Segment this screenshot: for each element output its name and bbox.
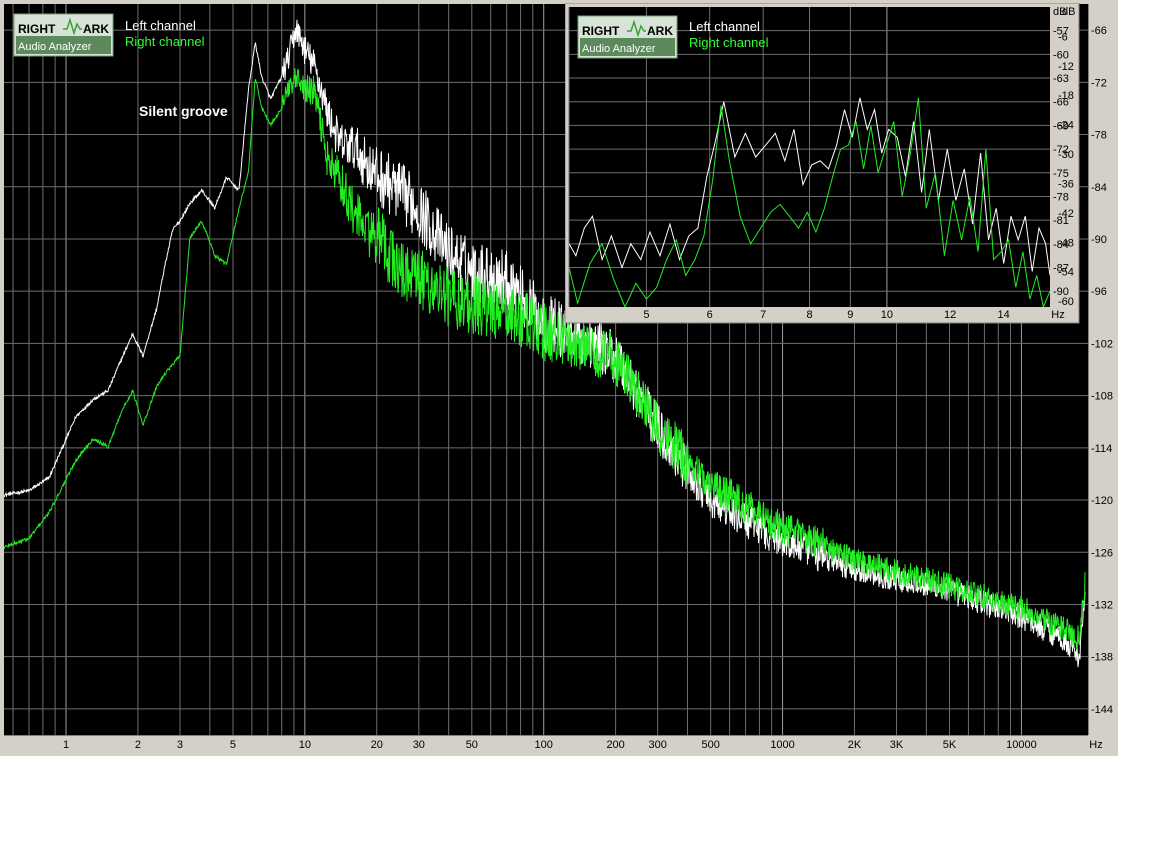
x-tick-label: 1 (63, 739, 69, 751)
x-tick-label: 7 (760, 309, 766, 321)
inset-legend-left-channel: Left channel (689, 19, 760, 34)
inset-spectrum-chart: 5 6 7 8 9 10 12 14 Hz-57-60-63-66-69-72-75-78-81… (565, 3, 1080, 324)
logo-right-text: RIGHT (18, 22, 56, 36)
y-tick-label: -108 (1091, 391, 1113, 403)
x-tick-label: 9 (847, 309, 853, 321)
y-tick-label: -144 (1091, 704, 1113, 716)
x-tick-label: 1000 (770, 739, 794, 751)
x-tick-label: 5 (230, 739, 236, 751)
legend-left-channel: Left channel (125, 18, 196, 33)
logo-ark-text: ARK (83, 22, 109, 36)
y-tick-label: -96 (1091, 286, 1107, 298)
x-tick-label: 8 (806, 309, 812, 321)
x-tick-label: 10000 (1006, 739, 1037, 751)
y-tick-label-right: -36 (1058, 178, 1074, 190)
x-tick-label: 5 (643, 309, 649, 321)
main-logo: RIGHT ARK Audio Analyzer (13, 13, 114, 57)
x-tick-label: 300 (648, 739, 666, 751)
y-tick-label-right: -54 (1058, 267, 1074, 279)
x-unit-label: Hz (1051, 309, 1064, 321)
x-tick-label: 10 (299, 739, 311, 751)
x-tick-label: 200 (606, 739, 624, 751)
inset-legend-right-channel: Right channel (689, 35, 769, 50)
y-tick-label: -102 (1091, 338, 1113, 350)
y-tick-label: -114 (1091, 443, 1112, 455)
y-tick-label: -138 (1091, 652, 1113, 664)
x-tick-label: 3 (177, 739, 183, 751)
legend-right-channel: Right channel (125, 34, 205, 49)
inset-logo-ark-text: ARK (647, 24, 673, 38)
y-tick-label-right: -30 (1058, 149, 1074, 161)
y-tick-label: -132 (1091, 599, 1113, 611)
x-tick-label: 2K (848, 739, 862, 751)
x-tick-label: 20 (371, 739, 383, 751)
y-tick-label-left: -78 (1053, 191, 1069, 203)
y-tick-label: -120 (1091, 495, 1113, 507)
y-tick-label-right: -18 (1058, 90, 1074, 102)
x-tick-label: 30 (413, 739, 425, 751)
y-tick-label: -66 (1091, 25, 1107, 37)
y-unit-label-right: dB (1062, 6, 1075, 18)
x-unit-label: Hz (1089, 739, 1102, 751)
y-tick-label: -90 (1091, 234, 1107, 246)
logo-subtitle: Audio Analyzer (18, 41, 92, 53)
inset-logo-subtitle: Audio Analyzer (582, 43, 656, 55)
x-tick-label: 10 (881, 309, 893, 321)
x-tick-label: 50 (466, 739, 478, 751)
x-tick-label: 14 (998, 309, 1010, 321)
x-tick-label: 12 (944, 309, 956, 321)
y-tick-label-right: -60 (1058, 296, 1074, 308)
y-tick-label-right: -24 (1058, 120, 1074, 132)
y-tick-label-right: -42 (1058, 208, 1074, 220)
y-tick-label-right: -48 (1058, 237, 1074, 249)
y-tick-label: -78 (1091, 130, 1107, 142)
y-tick-label: -126 (1091, 547, 1113, 559)
silent-groove-annotation: Silent groove (139, 103, 228, 119)
y-tick-label-left: -63 (1053, 73, 1069, 85)
x-tick-label: 500 (701, 739, 719, 751)
y-tick-label-left: -60 (1053, 49, 1069, 61)
y-tick-label-right: -12 (1058, 61, 1074, 73)
inset-logo: RIGHT ARK Audio Analyzer (577, 15, 678, 59)
x-tick-label: 3K (890, 739, 904, 751)
x-tick-label: 100 (535, 739, 553, 751)
y-tick-label: -84 (1091, 182, 1107, 194)
x-tick-label: 2 (135, 739, 141, 751)
inset-logo-right-text: RIGHT (582, 24, 620, 38)
x-tick-label: 5K (943, 739, 957, 751)
y-tick-label: -72 (1091, 77, 1107, 89)
x-tick-label: 6 (707, 309, 713, 321)
y-tick-label-right: -6 (1058, 31, 1068, 43)
